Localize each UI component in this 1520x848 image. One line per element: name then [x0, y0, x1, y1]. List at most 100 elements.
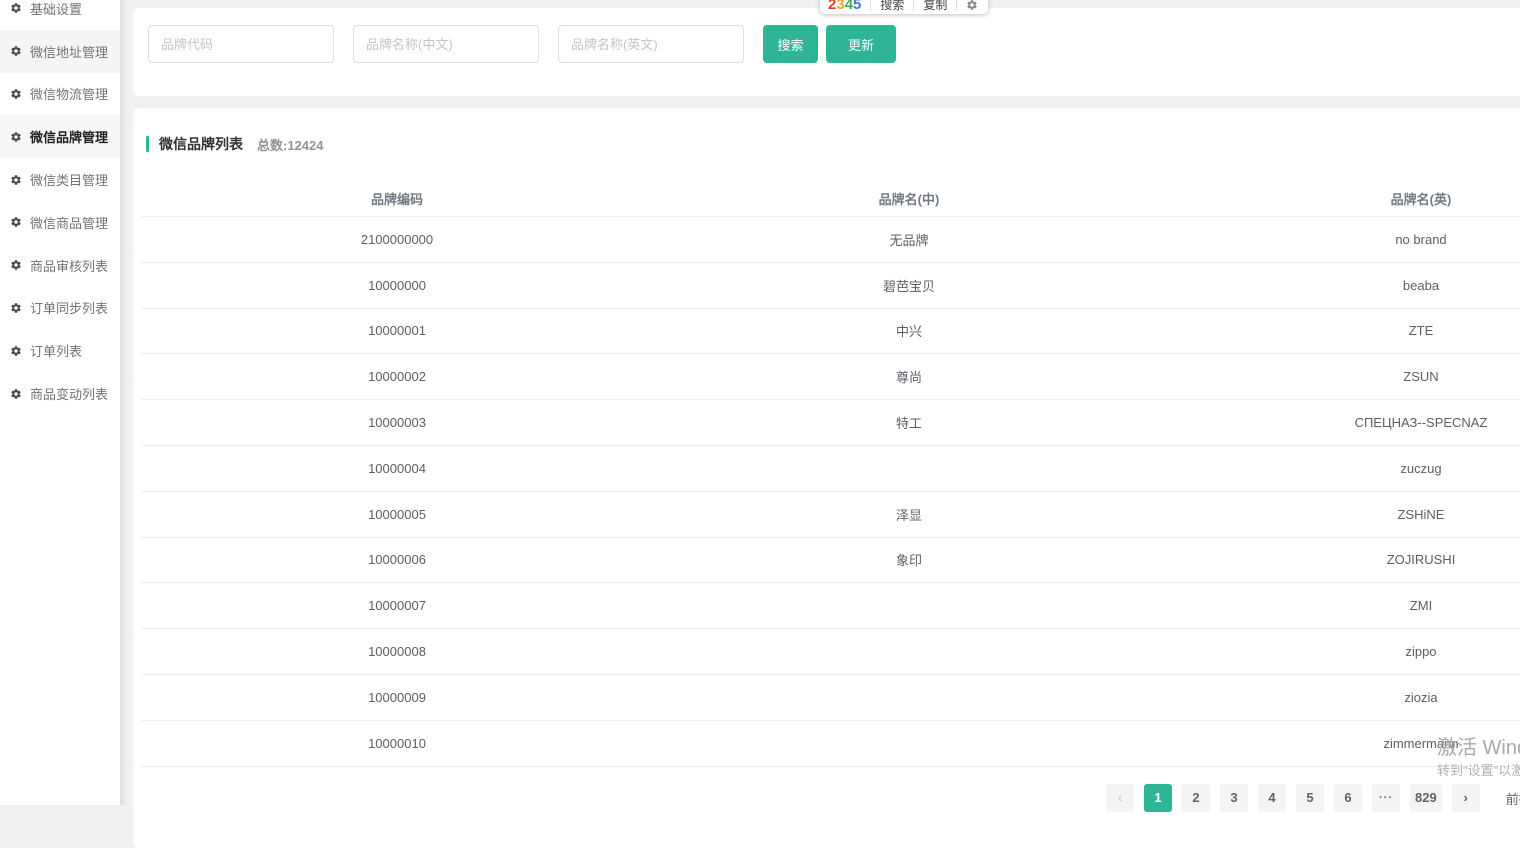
sidebar-item-label: 微信品牌管理 [30, 130, 109, 146]
brand-name-cn-cell: 碧芭宝贝 [653, 262, 1165, 309]
page-button-829[interactable]: 829 [1410, 784, 1442, 812]
sidebar-item-5[interactable]: 微信类目管理 [0, 158, 120, 201]
popup-search-action[interactable]: 搜索 [880, 0, 904, 12]
brand-name-en-cell: ZOJIRUSHI [1165, 537, 1520, 584]
sidebar-scrollbar[interactable] [120, 0, 132, 805]
logo-digit: 4 [844, 0, 854, 13]
page-button-5[interactable]: 5 [1296, 784, 1324, 812]
gear-icon [10, 45, 22, 57]
brand-name-cn-input[interactable] [353, 25, 539, 63]
sidebar-item-9[interactable]: 订单列表 [0, 329, 120, 372]
brand-code-cell: 10000006 [141, 537, 653, 584]
total-count-label: 总数:12424 [257, 137, 324, 153]
table-row: 10000005 泽显 ZSHiNE [141, 491, 1520, 538]
brand-code-cell: 10000007 [141, 582, 653, 630]
page-button-3[interactable]: 3 [1220, 784, 1248, 812]
table-row: 10000004 zuczug [141, 445, 1520, 492]
page-button-2[interactable]: 2 [1182, 784, 1210, 812]
more-pages-button[interactable]: ··· [1372, 784, 1400, 812]
sidebar-item-1[interactable]: 基础设置 [0, 0, 120, 30]
brand-name-en-cell: ZSUN [1165, 353, 1520, 401]
brand-name-en-cell: zimmermann [1165, 720, 1520, 767]
sidebar-item-label: 商品审核列表 [30, 258, 109, 274]
sidebar-item-label: 微信商品管理 [30, 215, 109, 231]
sidebar-item-label: 基础设置 [30, 1, 83, 17]
sidebar-item-6[interactable]: 微信商品管理 [0, 201, 120, 244]
gear-icon [10, 302, 22, 314]
gear-icon [10, 216, 22, 228]
brand-name-en-cell: zuczug [1165, 445, 1520, 492]
gear-icon [10, 174, 22, 186]
table-row: 10000006 象印 ZOJIRUSHI [141, 537, 1520, 584]
table-row: 10000010 zimmermann [141, 720, 1520, 767]
table-row: 2100000000 无品牌 no brand [141, 216, 1520, 263]
popup-copy-action[interactable]: 复制 [923, 0, 947, 12]
logo-digit: 3 [836, 0, 845, 13]
sidebar-item-label: 微信地址管理 [30, 44, 109, 60]
brand-name-en-cell: beaba [1165, 262, 1520, 309]
brand-list-panel: 微信品牌列表 总数:12424 品牌编码 品牌名(中) 品牌名(英) 2100000… [133, 108, 1520, 848]
logo-digit: 5 [853, 0, 862, 13]
brand-code-cell: 10000002 [141, 353, 653, 401]
gear-icon [10, 88, 22, 100]
sidebar-item-label: 订单列表 [30, 344, 83, 360]
table-row: 10000003 特工 СПЕЦНАЗ--SPECNAZ [141, 399, 1520, 446]
brand-name-cn-cell [653, 628, 1165, 675]
sidebar: 基础设置微信地址管理 微信物流管理 微信品牌管理微信类目管理微信商品管理 商品审核列表… [0, 0, 120, 805]
title-accent-bar [146, 136, 149, 152]
divider [913, 0, 915, 11]
brand-code-cell: 10000000 [141, 262, 653, 309]
update-button[interactable]: 更新 [826, 25, 896, 63]
sidebar-item-8[interactable]: 订单同步列表 [0, 287, 120, 330]
gear-icon [10, 259, 22, 271]
column-header: 品牌编码 [141, 180, 653, 217]
sidebar-item-label: 微信物流管理 [30, 87, 109, 103]
sidebar-item-7[interactable]: 商品审核列表 [0, 244, 120, 287]
brand-code-cell: 10000003 [141, 399, 653, 446]
table-row: 10000008 zippo [141, 628, 1520, 675]
divider [956, 0, 958, 11]
page-button-4[interactable]: 4 [1258, 784, 1286, 812]
page-button-6[interactable]: 6 [1334, 784, 1362, 812]
sidebar-item-10[interactable]: 商品变动列表 [0, 372, 120, 415]
brand-name-cn-cell: 泽显 [653, 491, 1165, 538]
table-row: 10000002 尊尚 ZSUN [141, 353, 1520, 401]
gear-icon [10, 388, 22, 400]
brand-name-en-input[interactable] [558, 25, 744, 63]
gear-icon [10, 345, 22, 357]
prev-page-button[interactable]: ‹ [1106, 784, 1134, 812]
brand-name-cn-cell: 尊尚 [653, 353, 1165, 401]
sidebar-item-label: 订单同步列表 [30, 301, 109, 317]
page-button-1[interactable]: 1 [1144, 784, 1172, 812]
panel-header: 微信品牌列表 总数:12424 [146, 134, 323, 154]
brand-name-cn-cell [653, 720, 1165, 767]
brand-name-cn-cell: 特工 [653, 399, 1165, 446]
brand-code-input[interactable] [148, 25, 334, 63]
brand-name-en-cell: ZTE [1165, 308, 1520, 355]
sidebar-item-2[interactable]: 微信地址管理 [0, 29, 120, 73]
sidebar-item-4[interactable]: 微信品牌管理 [0, 115, 120, 159]
brand-name-cn-cell: 象印 [653, 537, 1165, 584]
brand-name-en-cell: ZSHiNE [1165, 491, 1520, 538]
2345-logo: 2345 [828, 0, 861, 12]
next-page-button[interactable]: › [1451, 784, 1480, 812]
gear-icon [10, 2, 22, 14]
table-row: 10000007 ZMI [141, 582, 1520, 630]
table-row: 10000000 碧芭宝贝 beaba [141, 262, 1520, 309]
column-header: 品牌名(英) [1165, 180, 1520, 217]
brand-name-en-cell: ziozia [1165, 674, 1520, 721]
search-button[interactable]: 搜索 [763, 25, 818, 63]
pagination: ‹123456···829›前往 [1106, 784, 1520, 812]
sidebar-item-3[interactable]: 微信物流管理 [0, 73, 120, 116]
brand-name-cn-cell: 无品牌 [653, 216, 1165, 263]
brand-name-en-cell: ZMI [1165, 582, 1520, 630]
brand-table: 品牌编码 品牌名(中) 品牌名(英) 2100000000 无品牌 no brand 10… [141, 180, 1520, 767]
brand-code-cell: 10000008 [141, 628, 653, 675]
brand-name-cn-cell [653, 674, 1165, 721]
popup-settings-gear-icon[interactable] [966, 0, 978, 12]
brand-name-en-cell: no brand [1165, 216, 1520, 263]
panel-title: 微信品牌列表 [159, 136, 243, 152]
brand-name-cn-cell: 中兴 [653, 308, 1165, 355]
gear-icon [10, 131, 22, 143]
divider [870, 0, 872, 11]
